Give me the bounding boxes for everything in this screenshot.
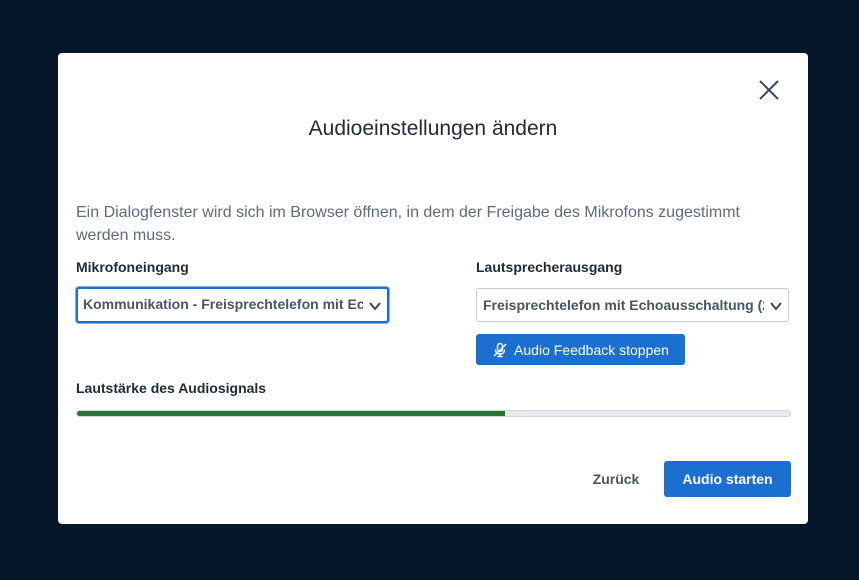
volume-meter: [76, 410, 791, 417]
dialog-description: Ein Dialogfenster wird sich im Browser ö…: [76, 204, 740, 244]
speaker-select[interactable]: Freisprechtelefon mit Echoausschaltung (…: [476, 288, 789, 322]
chevron-down-icon: [369, 302, 381, 311]
microphone-label: Mikrofoneingang: [76, 259, 189, 275]
close-icon: [759, 80, 779, 100]
microphone-slash-icon: [493, 342, 507, 357]
back-button[interactable]: Zurück: [588, 461, 644, 497]
microphone-selected-value: Kommunikation - Freisprechtelefon mit Ec…: [83, 296, 363, 312]
start-audio-button[interactable]: Audio starten: [664, 461, 791, 497]
microphone-select[interactable]: Kommunikation - Freisprechtelefon mit Ec…: [76, 287, 389, 323]
volume-meter-fill: [77, 411, 505, 416]
dialog-title: Audioeinstellungen ändern: [308, 117, 558, 140]
close-button[interactable]: [756, 77, 782, 103]
volume-label: Lautstärke des Audiosignals: [76, 380, 267, 396]
speaker-label: Lautsprecherausgang: [476, 259, 623, 275]
audio-feedback-stop-label: Audio Feedback stoppen: [514, 341, 669, 358]
speaker-selected-value: Freisprechtelefon mit Echoausschaltung (…: [483, 297, 764, 313]
audio-feedback-stop-button[interactable]: Audio Feedback stoppen: [476, 334, 685, 365]
audio-settings-dialog: Audioeinstellungen ändern Ein Dialogfens…: [58, 53, 808, 524]
chevron-down-icon: [770, 302, 782, 311]
